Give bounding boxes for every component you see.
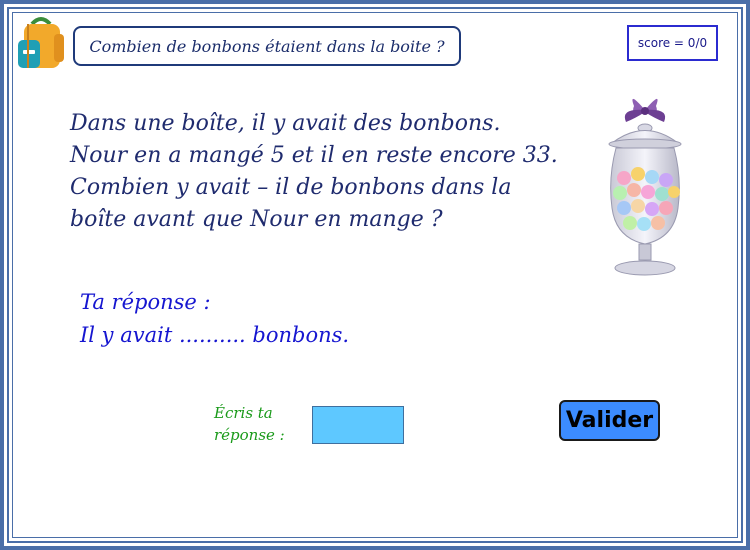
score-box: score = 0/0 (627, 25, 718, 61)
answer-line: Ta réponse : (80, 290, 211, 314)
input-label-line: Écris ta (214, 404, 273, 422)
candy-jar-image (608, 98, 682, 276)
answer-line: Il y avait .......... bonbons. (80, 323, 350, 347)
problem-line: Dans une boîte, il y avait des bonbons. (70, 111, 501, 136)
question-banner: Combien de bonbons étaient dans la boite… (73, 26, 461, 66)
validate-button[interactable]: Valider (559, 400, 660, 441)
input-label-line: réponse : (214, 426, 285, 444)
backpack-icon (18, 17, 64, 68)
answer-input[interactable] (312, 406, 404, 444)
problem-line: Combien y avait – il de bonbons dans la (70, 175, 512, 200)
answer-prompt: Ta réponse : Il y avait .......... bonbo… (80, 286, 349, 352)
problem-statement: Dans une boîte, il y avait des bonbons. … (70, 108, 590, 236)
input-label: Écris ta réponse : (214, 402, 304, 446)
question-text: Combien de bonbons étaient dans la boite… (89, 36, 445, 56)
score-text: score = 0/0 (637, 36, 708, 50)
validate-button-label: Valider (565, 408, 654, 433)
problem-line: Nour en a mangé 5 et il en reste encore … (70, 143, 558, 168)
problem-line: boîte avant que Nour en mange ? (70, 207, 443, 232)
